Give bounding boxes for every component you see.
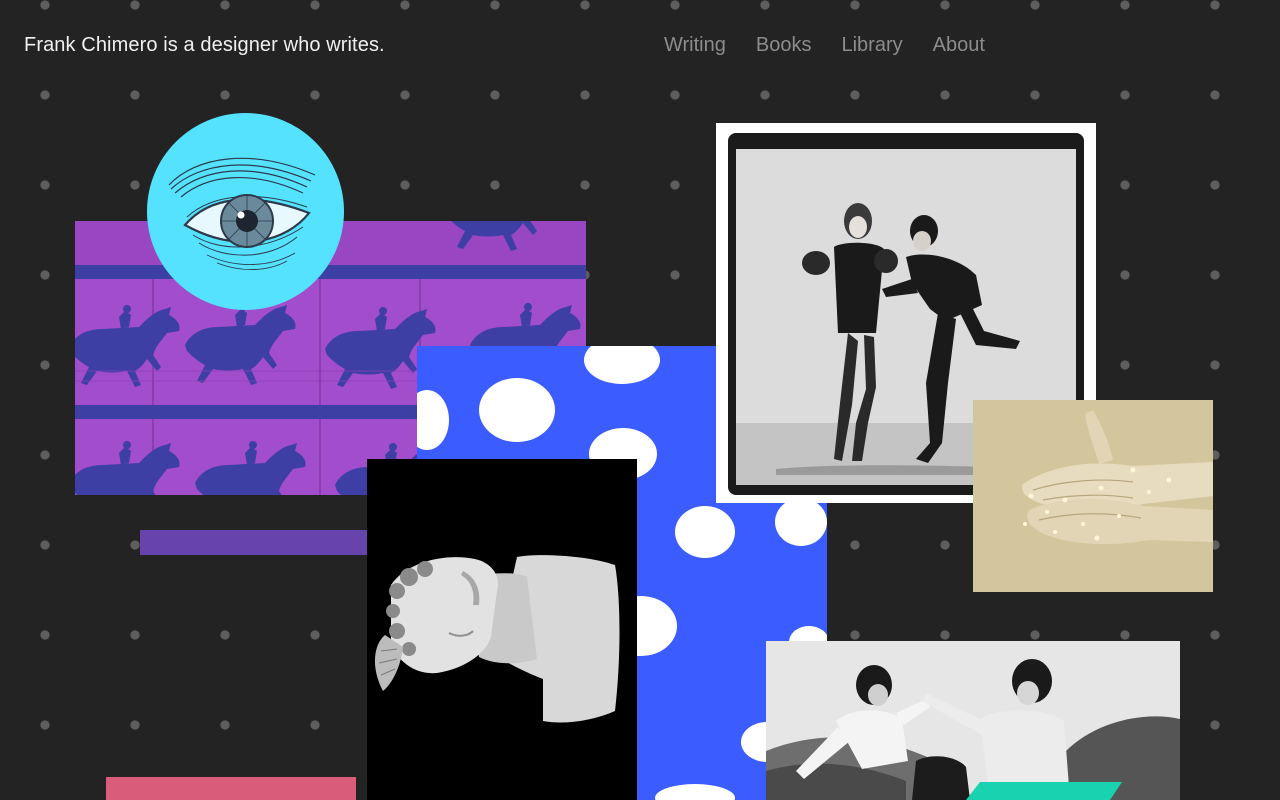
nav-about[interactable]: About: [933, 34, 985, 57]
classical-bust-image: [367, 459, 637, 800]
hands-photo: [973, 400, 1213, 592]
fighters-photo: [766, 641, 1180, 800]
nav-library[interactable]: Library: [841, 34, 902, 57]
engraved-eye-image: [147, 113, 344, 310]
page: Frank Chimero is a designer who writes. …: [0, 0, 1280, 800]
site-nav: Writing Books Library About: [664, 34, 985, 57]
pink-bar-shape: [106, 777, 356, 800]
nav-books[interactable]: Books: [756, 34, 812, 57]
site-tagline[interactable]: Frank Chimero is a designer who writes.: [24, 34, 385, 57]
nav-writing[interactable]: Writing: [664, 34, 726, 57]
